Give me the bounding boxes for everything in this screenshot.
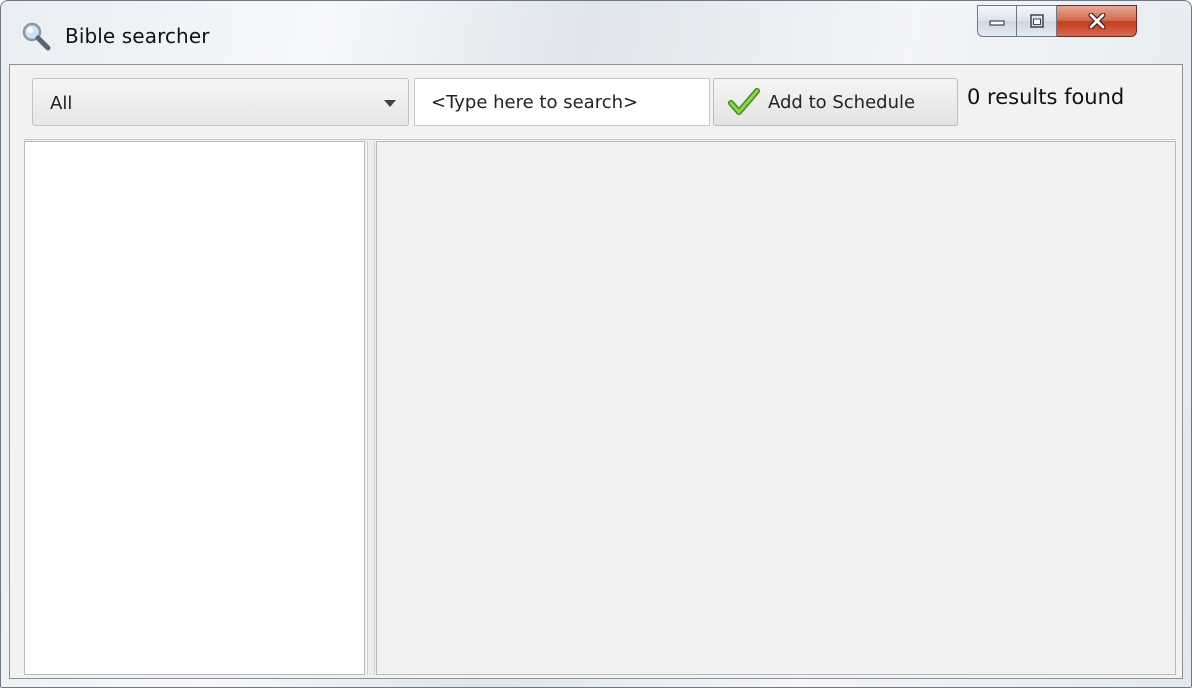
title-bar[interactable]: Bible searcher bbox=[1, 1, 1191, 63]
close-button[interactable] bbox=[1057, 5, 1137, 37]
bible-searcher-window: Bible searcher All <Type here to search>… bbox=[0, 0, 1192, 688]
search-input[interactable] bbox=[414, 78, 710, 126]
magnifier-icon bbox=[22, 22, 51, 51]
window-title: Bible searcher bbox=[65, 24, 210, 48]
add-to-schedule-label: Add to Schedule bbox=[768, 91, 916, 113]
pane-splitter[interactable] bbox=[367, 141, 375, 675]
search-toolbar: All Add to Schedule 0 results found bbox=[10, 65, 1182, 139]
toolbar-divider bbox=[24, 139, 1176, 140]
results-list-pane[interactable] bbox=[24, 141, 365, 675]
minimize-icon bbox=[989, 20, 1005, 26]
minimize-button[interactable] bbox=[977, 5, 1017, 37]
green-checkmark-icon bbox=[728, 88, 760, 115]
close-icon bbox=[1088, 13, 1105, 29]
scope-select-value: All bbox=[50, 93, 73, 114]
preview-pane[interactable] bbox=[376, 141, 1176, 675]
client-area: All Add to Schedule 0 results found bbox=[9, 64, 1183, 679]
caption-buttons bbox=[977, 5, 1137, 39]
maximize-button[interactable] bbox=[1017, 5, 1057, 37]
chevron-down-icon bbox=[384, 100, 396, 107]
results-count: 0 results found bbox=[967, 85, 1125, 109]
maximize-icon bbox=[1029, 14, 1044, 28]
add-to-schedule-button[interactable]: Add to Schedule bbox=[713, 78, 958, 126]
scope-select[interactable]: All bbox=[32, 78, 409, 126]
